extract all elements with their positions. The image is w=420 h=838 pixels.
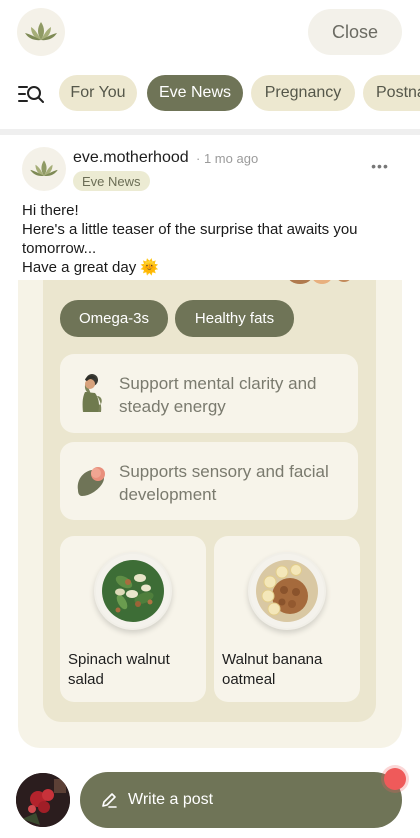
author-avatar[interactable] xyxy=(22,147,66,191)
pen-icon xyxy=(100,791,118,809)
benefit-text: Supports sensory and facial development xyxy=(119,462,329,504)
recipe-name: Walnut banana oatmeal xyxy=(222,651,323,688)
author-name[interactable]: eve.motherhood xyxy=(73,149,189,167)
benefit-item: Supports sensory and facial development xyxy=(60,442,358,520)
menu-search-icon[interactable] xyxy=(18,80,48,108)
lotus-icon xyxy=(17,8,65,56)
walnut-icon xyxy=(289,280,350,284)
fetus-icon xyxy=(77,467,105,496)
top-bar: Close xyxy=(0,0,420,66)
write-post-button[interactable]: Write a post xyxy=(80,772,402,828)
post-time: · 1 mo ago xyxy=(196,151,259,166)
post-body: Hi there! Here's a little teaser of the … xyxy=(22,201,407,277)
tab-postnatal[interactable]: Postna xyxy=(363,75,420,111)
post-line: tomorrow... xyxy=(22,240,97,257)
category-tabs: For You Eve News Pregnancy Postna xyxy=(0,72,420,116)
pregnant-woman-icon xyxy=(82,374,102,412)
post-line: Here's a little teaser of the surprise t… xyxy=(22,221,358,238)
benefit-item: Support mental clarity and steady energy xyxy=(60,354,358,433)
user-avatar[interactable] xyxy=(16,773,70,827)
more-dots-icon[interactable]: ••• xyxy=(371,158,388,174)
tab-pregnancy[interactable]: Pregnancy xyxy=(251,75,355,111)
post-line: Hi there! xyxy=(22,202,79,219)
salad-bowl-icon xyxy=(94,552,172,630)
recipe-card[interactable]: Walnut banana oatmeal xyxy=(214,536,360,702)
recipe-name: Spinach walnut salad xyxy=(68,651,170,688)
post-line: Have a great day 🌞 xyxy=(22,259,160,276)
recipe-card[interactable]: Spinach walnut salad xyxy=(60,536,206,702)
bottom-bar: Write a post xyxy=(0,760,420,838)
post-header: eve.motherhood · 1 mo ago Eve News ••• xyxy=(0,140,420,200)
post-image-card[interactable]: Omega-3s Healthy fats Support mental cla… xyxy=(18,280,402,748)
tab-eve-news[interactable]: Eve News xyxy=(147,75,243,111)
nutrient-chip: Healthy fats xyxy=(175,300,294,337)
benefit-text: Support mental clarity and steady energy xyxy=(119,374,317,416)
close-button[interactable]: Close xyxy=(308,9,402,55)
tab-for-you[interactable]: For You xyxy=(59,75,137,111)
teaser-panel: Omega-3s Healthy fats Support mental cla… xyxy=(43,280,376,722)
oatmeal-bowl-icon xyxy=(248,552,326,630)
nutrient-chip: Omega-3s xyxy=(60,300,168,337)
write-post-label: Write a post xyxy=(128,791,214,808)
notification-dot[interactable] xyxy=(384,768,406,790)
category-badge: Eve News xyxy=(73,171,150,191)
section-divider xyxy=(0,129,420,135)
